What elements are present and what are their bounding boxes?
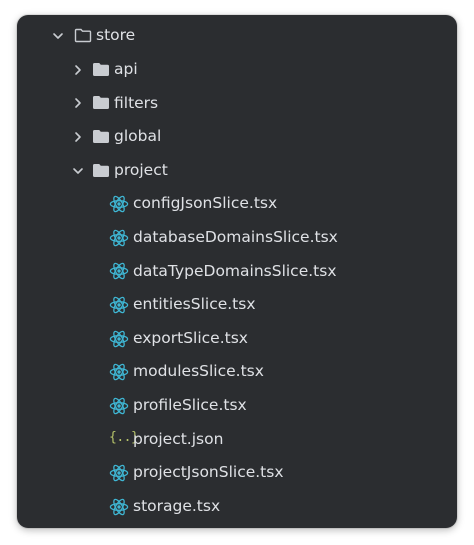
react-icon xyxy=(109,463,129,483)
chevron-down-icon[interactable] xyxy=(71,164,85,178)
chevron-right-icon[interactable] xyxy=(71,96,85,110)
react-icon xyxy=(109,497,129,517)
tree-item-label: modulesSlice.tsx xyxy=(133,362,264,381)
tree-item-file[interactable]: profileSlice.tsx xyxy=(17,389,457,423)
react-icon xyxy=(109,228,129,248)
project-tree-panel: store api filters global project configJ… xyxy=(17,15,457,528)
folder-outline-icon xyxy=(74,28,92,43)
tree-item-label: api xyxy=(114,60,138,78)
tree-item-file[interactable]: projectJsonSlice.tsx xyxy=(17,456,457,490)
tree-item-label: project xyxy=(114,160,168,179)
tree-item-file[interactable]: modulesSlice.tsx xyxy=(17,355,457,389)
json-icon: {..} xyxy=(109,430,139,446)
tree-item-file[interactable]: exportSlice.tsx xyxy=(17,322,457,356)
react-icon xyxy=(109,396,129,416)
tree-item-file[interactable]: storage.tsx xyxy=(17,490,457,524)
react-icon xyxy=(109,362,129,382)
tree-item-filters[interactable]: filters xyxy=(17,87,457,121)
react-icon xyxy=(109,295,129,315)
react-icon xyxy=(109,261,129,281)
tree-item-label: store xyxy=(96,26,136,44)
tree-item-label: global xyxy=(114,127,162,146)
tree-item-store[interactable]: store xyxy=(17,19,457,53)
tree-item-api[interactable]: api xyxy=(17,53,457,87)
tree-item-label: projectJsonSlice.tsx xyxy=(133,463,284,482)
tree-item-label: project.json xyxy=(133,429,224,448)
tree-item-global[interactable]: global xyxy=(17,120,457,154)
folder-icon xyxy=(92,95,110,110)
tree-item-label: profileSlice.tsx xyxy=(133,396,247,414)
tree-item-label: configJsonSlice.tsx xyxy=(133,194,278,213)
react-icon xyxy=(109,194,129,214)
react-icon xyxy=(109,329,129,349)
tree-item-label: dataTypeDomainsSlice.tsx xyxy=(133,261,337,280)
tree-item-file[interactable]: configJsonSlice.tsx xyxy=(17,187,457,221)
tree-item-file[interactable]: dataTypeDomainsSlice.tsx xyxy=(17,255,457,289)
folder-icon xyxy=(92,62,110,77)
tree-item-file[interactable]: databaseDomainsSlice.tsx xyxy=(17,221,457,255)
tree-item-file[interactable]: {..} project.json xyxy=(17,423,457,457)
tree-item-label: entitiesSlice.tsx xyxy=(133,295,256,314)
folder-icon xyxy=(92,163,110,178)
chevron-right-icon[interactable] xyxy=(71,63,85,77)
folder-icon xyxy=(92,129,110,144)
chevron-right-icon[interactable] xyxy=(71,130,85,144)
tree-item-label: databaseDomainsSlice.tsx xyxy=(133,228,338,246)
chevron-down-icon[interactable] xyxy=(51,29,65,43)
tree-item-label: storage.tsx xyxy=(133,496,221,515)
tree-item-label: exportSlice.tsx xyxy=(133,328,248,347)
tree-item-label: filters xyxy=(114,93,159,112)
tree-item-project[interactable]: project xyxy=(17,154,457,188)
tree-item-file[interactable]: entitiesSlice.tsx xyxy=(17,288,457,322)
